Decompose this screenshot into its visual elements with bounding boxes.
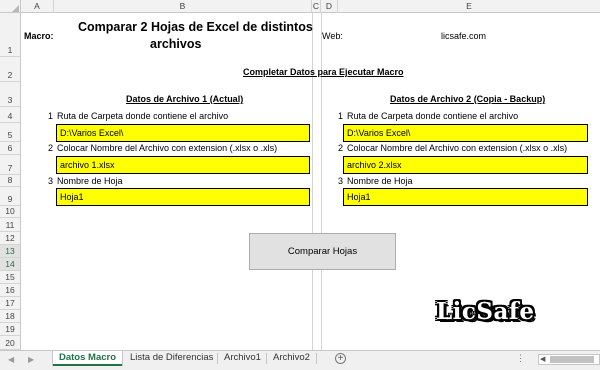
file2-sheet-name-input[interactable]: Hoja1	[343, 188, 588, 206]
row-header-12[interactable]: 12	[0, 232, 21, 245]
row-header-6[interactable]: 6	[0, 142, 21, 155]
row-header-4[interactable]: 4	[0, 107, 21, 123]
row-header-8[interactable]: 8	[0, 175, 21, 187]
scrollbar-thumb[interactable]	[550, 356, 594, 363]
prev-sheet-icon[interactable]: ◀	[8, 355, 14, 364]
column-header-b[interactable]: B	[54, 0, 312, 13]
file2-step3-label: Nombre de Hoja	[347, 176, 413, 186]
row-header-14[interactable]: 14	[0, 258, 21, 271]
section-title: Completar Datos para Ejecutar Macro	[243, 67, 404, 77]
file1-step2-number: 2	[48, 143, 54, 153]
row-header-5[interactable]: 5	[0, 123, 21, 142]
file1-step1-number: 1	[48, 111, 54, 121]
row-header-13[interactable]: 13	[0, 245, 21, 258]
row-header-7[interactable]: 7	[0, 155, 21, 175]
column-divider	[312, 13, 313, 350]
macro-label: Macro:	[24, 31, 54, 41]
web-value[interactable]: licsafe.com	[441, 31, 486, 41]
file2-step3-number: 3	[338, 176, 344, 186]
scroll-left-icon[interactable]: ◀	[540, 355, 545, 364]
file2-step1-label: Ruta de Carpeta donde contiene el archiv…	[347, 111, 519, 121]
row-header-16[interactable]: 16	[0, 284, 21, 297]
file1-step2-label: Colocar Nombre del Archivo con extension…	[57, 143, 278, 153]
row-header-10[interactable]: 10	[0, 206, 21, 218]
licsafe-logo: LicSafe	[436, 298, 535, 325]
tab-archivo1[interactable]: Archivo1	[218, 351, 267, 366]
tab-lista-de-diferencias[interactable]: Lista de Diferencias	[124, 351, 219, 366]
file2-step1-number: 1	[338, 111, 344, 121]
macro-title-line1: Comparar 2 Hojas de Excel de distintos	[78, 20, 313, 34]
horizontal-scrollbar[interactable]: ◀	[538, 354, 600, 365]
row-header-11[interactable]: 11	[0, 218, 21, 232]
row-header-9[interactable]: 9	[0, 187, 21, 206]
column-header-e[interactable]: E	[338, 0, 600, 13]
row-header-1[interactable]: 1	[0, 13, 21, 57]
row-header-17[interactable]: 17	[0, 297, 21, 310]
file2-step2-number: 2	[338, 143, 344, 153]
macro-title-line2: archivos	[150, 37, 202, 51]
column-header-bar: A B C D E	[0, 0, 600, 13]
sheet-tab-bar: ◀ ▶ Datos Macro Lista de Diferencias Arc…	[0, 350, 600, 370]
row-header-19[interactable]: 19	[0, 323, 21, 336]
column-header-a[interactable]: A	[21, 0, 54, 13]
file1-heading: Datos de Archivo 1 (Actual)	[126, 94, 244, 104]
tab-datos-macro[interactable]: Datos Macro	[53, 351, 123, 366]
file2-folder-path-input[interactable]: D:\Varios Excel\	[343, 124, 588, 142]
file1-sheet-name-input[interactable]: Hoja1	[56, 188, 310, 206]
file1-step3-label: Nombre de Hoja	[57, 176, 123, 186]
compare-sheets-button[interactable]: Comparar Hojas	[249, 233, 396, 270]
row-header-2[interactable]: 2	[0, 57, 21, 82]
file1-step1-label: Ruta de Carpeta donde contiene el archiv…	[57, 111, 229, 121]
file2-filename-input[interactable]: archivo 2.xlsx	[343, 156, 588, 174]
column-header-c[interactable]: C	[312, 0, 321, 13]
file1-filename-input[interactable]: archivo 1.xlsx	[56, 156, 310, 174]
web-label: Web:	[322, 31, 343, 41]
column-header-d[interactable]: D	[321, 0, 338, 13]
file2-heading: Datos de Archivo 2 (Copia - Backup)	[390, 94, 546, 104]
tab-archivo2[interactable]: Archivo2	[267, 351, 316, 366]
row-header-20[interactable]: 20	[0, 336, 21, 350]
ellipsis-icon[interactable]: ⋮	[516, 353, 525, 364]
tab-separator	[316, 353, 317, 364]
column-divider	[321, 13, 322, 350]
row-header-3[interactable]: 3	[0, 82, 21, 107]
file2-step2-label: Colocar Nombre del Archivo con extension…	[347, 143, 568, 153]
row-header-18[interactable]: 18	[0, 310, 21, 323]
add-sheet-icon[interactable]: +	[335, 353, 346, 364]
file1-folder-path-input[interactable]: D:\Varios Excel\	[56, 124, 310, 142]
next-sheet-icon[interactable]: ▶	[28, 355, 34, 364]
file1-step3-number: 3	[48, 176, 54, 186]
select-all-corner[interactable]	[0, 0, 21, 13]
row-header-15[interactable]: 15	[0, 271, 21, 284]
